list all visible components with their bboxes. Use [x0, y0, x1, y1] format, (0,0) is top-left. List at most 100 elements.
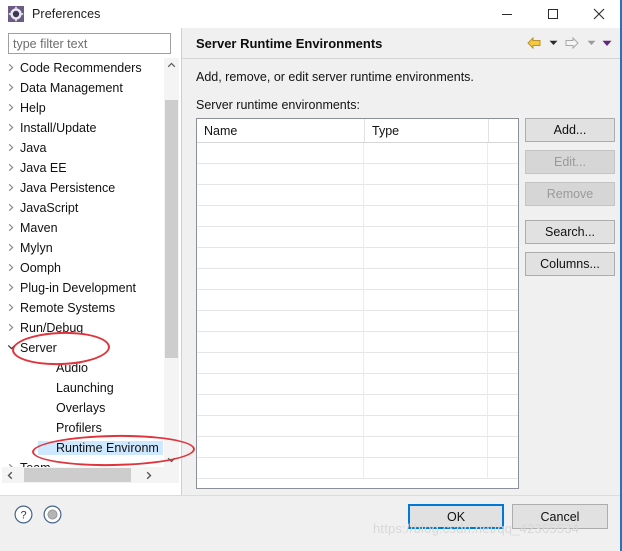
- chevron-right-icon[interactable]: [2, 303, 20, 313]
- column-header-extra[interactable]: [488, 119, 518, 142]
- tree-hscroll-thumb[interactable]: [24, 468, 131, 482]
- maximize-icon[interactable]: [530, 0, 576, 28]
- chevron-right-icon[interactable]: [2, 283, 20, 293]
- scroll-up-icon[interactable]: [164, 58, 179, 73]
- tree-horizontal-scrollbar[interactable]: [2, 467, 179, 483]
- tree-item[interactable]: Data Management: [2, 78, 164, 98]
- minimize-icon[interactable]: [484, 0, 530, 28]
- table-row[interactable]: [197, 206, 518, 227]
- table-header-row: Name Type: [197, 119, 518, 143]
- tree-view[interactable]: Code Recommenders Data Management Help Inst…: [2, 58, 164, 467]
- table-cell-extra: [487, 290, 518, 310]
- tree-item[interactable]: Server: [2, 338, 164, 358]
- search-button[interactable]: Search...: [525, 220, 615, 244]
- table-row[interactable]: [197, 248, 518, 269]
- chevron-right-icon[interactable]: [2, 263, 20, 273]
- tree-item[interactable]: Launching: [2, 378, 164, 398]
- back-arrow-icon[interactable]: [524, 33, 544, 53]
- chevron-right-icon[interactable]: [2, 103, 20, 113]
- help-question-icon[interactable]: ?: [14, 505, 33, 527]
- table-cell-extra: [487, 458, 518, 478]
- table-cell-type: [362, 290, 487, 310]
- tree-item[interactable]: Runtime Environm: [2, 438, 164, 458]
- tree-item-label: Help: [20, 101, 46, 115]
- tree-item[interactable]: Mylyn: [2, 238, 164, 258]
- table-row[interactable]: [197, 290, 518, 311]
- table-row[interactable]: [197, 143, 518, 164]
- tree-scroll-thumb[interactable]: [165, 100, 178, 358]
- table-row[interactable]: [197, 395, 518, 416]
- chevron-right-icon[interactable]: [2, 123, 20, 133]
- tree-item[interactable]: Overlays: [2, 398, 164, 418]
- tree-item[interactable]: JavaScript: [2, 198, 164, 218]
- remove-button: Remove: [525, 182, 615, 206]
- table-cell-type: [362, 248, 487, 268]
- tree-item[interactable]: Java Persistence: [2, 178, 164, 198]
- right-pane: Server Runtime Environments Add, remove,…: [182, 28, 622, 495]
- tree-item[interactable]: Java: [2, 138, 164, 158]
- table-cell-extra: [487, 206, 518, 226]
- svg-text:?: ?: [20, 510, 26, 522]
- table-cell-extra: [487, 227, 518, 247]
- back-menu-chevron-down-icon[interactable]: [546, 33, 560, 53]
- tree-item[interactable]: Plug-in Development: [2, 278, 164, 298]
- page-description: Add, remove, or edit server runtime envi…: [196, 70, 474, 84]
- table-cell-type: [362, 269, 487, 289]
- chevron-right-icon[interactable]: [2, 83, 20, 93]
- add-button[interactable]: Add...: [525, 118, 615, 142]
- table-cell-extra: [487, 269, 518, 289]
- table-cell-name: [197, 185, 363, 205]
- apply-defaults-icon[interactable]: [43, 505, 62, 527]
- tree-item[interactable]: Run/Debug: [2, 318, 164, 338]
- tree-item-label: Java EE: [20, 161, 67, 175]
- chevron-right-icon[interactable]: [2, 203, 20, 213]
- tree-item[interactable]: Help: [2, 98, 164, 118]
- tree-item[interactable]: Team: [2, 458, 164, 467]
- table-row[interactable]: [197, 332, 518, 353]
- table-row[interactable]: [197, 437, 518, 458]
- scroll-left-icon[interactable]: [2, 467, 18, 483]
- table-row[interactable]: [197, 416, 518, 437]
- tree-item[interactable]: Audio: [2, 358, 164, 378]
- server-runtime-table[interactable]: Name Type: [196, 118, 519, 489]
- tree-item[interactable]: Oomph: [2, 258, 164, 278]
- table-row[interactable]: [197, 269, 518, 290]
- close-icon[interactable]: [576, 0, 622, 28]
- chevron-right-icon[interactable]: [2, 223, 20, 233]
- table-action-buttons: Add... Edit... Remove Search... Columns...: [525, 118, 615, 284]
- table-row[interactable]: [197, 374, 518, 395]
- tree-item-label: Oomph: [20, 261, 61, 275]
- tree-item-label: Remote Systems: [20, 301, 116, 315]
- table-row[interactable]: [197, 353, 518, 374]
- tree-item[interactable]: Profilers: [2, 418, 164, 438]
- table-row[interactable]: [197, 458, 518, 479]
- chevron-right-icon[interactable]: [2, 143, 20, 153]
- edit-button: Edit...: [525, 150, 615, 174]
- table-cell-extra: [487, 437, 518, 457]
- tree-item[interactable]: Java EE: [2, 158, 164, 178]
- tree-item-label: Runtime Environm: [38, 441, 163, 455]
- search-input[interactable]: type filter text: [8, 33, 171, 54]
- chevron-right-icon[interactable]: [2, 163, 20, 173]
- view-menu-chevron-down-icon[interactable]: [600, 33, 614, 53]
- chevron-right-icon[interactable]: [2, 183, 20, 193]
- chevron-right-icon[interactable]: [2, 323, 20, 333]
- tree-item[interactable]: Remote Systems: [2, 298, 164, 318]
- columns-button[interactable]: Columns...: [525, 252, 615, 276]
- tree-item[interactable]: Code Recommenders: [2, 58, 164, 78]
- chevron-right-icon[interactable]: [2, 243, 20, 253]
- table-row[interactable]: [197, 311, 518, 332]
- column-header-type[interactable]: Type: [364, 119, 488, 142]
- chevron-right-icon[interactable]: [2, 63, 20, 73]
- tree-item[interactable]: Maven: [2, 218, 164, 238]
- chevron-down-icon[interactable]: [2, 343, 20, 353]
- table-row[interactable]: [197, 227, 518, 248]
- table-cell-extra: [487, 332, 518, 352]
- tree-vertical-scrollbar[interactable]: [164, 58, 179, 467]
- table-row[interactable]: [197, 185, 518, 206]
- table-row[interactable]: [197, 164, 518, 185]
- scroll-right-icon[interactable]: [140, 467, 156, 483]
- column-header-name[interactable]: Name: [197, 119, 364, 142]
- scroll-down-icon[interactable]: [164, 452, 179, 467]
- tree-item[interactable]: Install/Update: [2, 118, 164, 138]
